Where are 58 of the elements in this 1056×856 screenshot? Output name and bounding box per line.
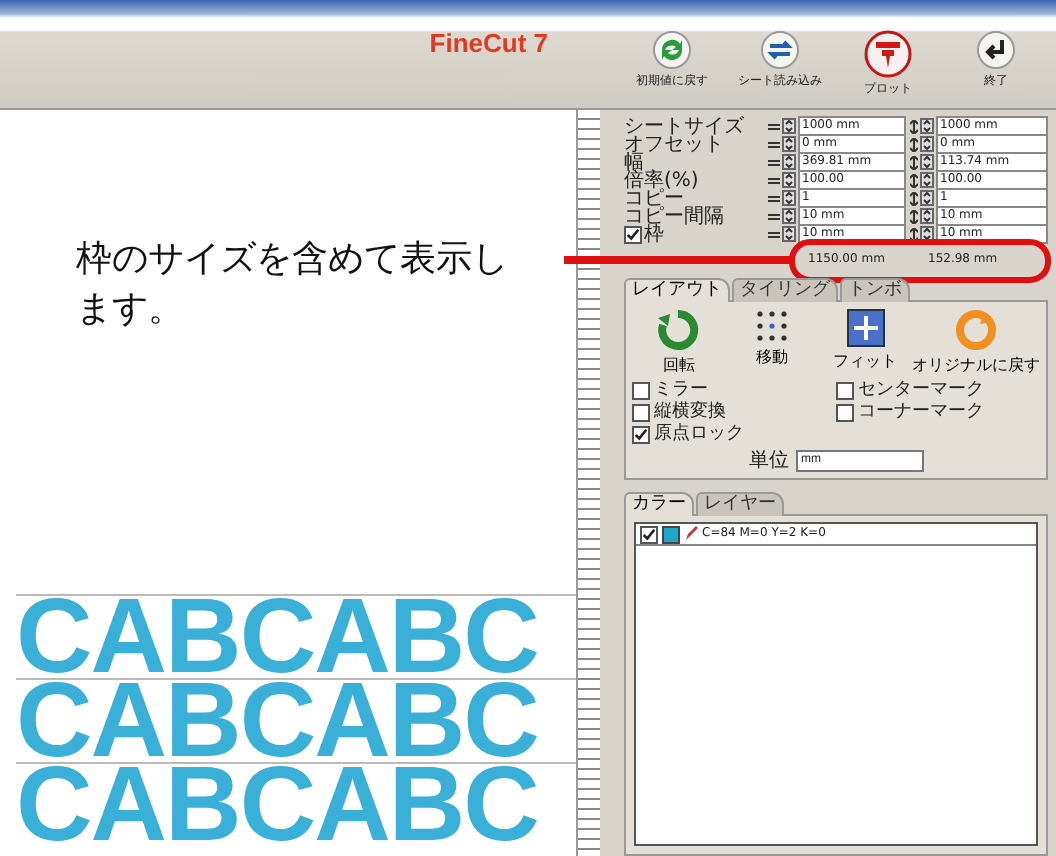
field-label: 幅 bbox=[624, 153, 644, 171]
refresh-icon bbox=[652, 30, 692, 70]
dot-grid-icon bbox=[753, 308, 790, 344]
checkbox-label: 原点ロック bbox=[654, 424, 744, 446]
height-arrow-icon bbox=[910, 173, 918, 187]
spin-icon[interactable] bbox=[920, 190, 934, 206]
checkbox-label: コーナーマーク bbox=[858, 402, 984, 424]
height-arrow-icon bbox=[910, 137, 918, 151]
height-arrow-icon bbox=[910, 227, 918, 241]
spin-icon[interactable] bbox=[782, 154, 796, 170]
checkbox[interactable] bbox=[632, 404, 650, 422]
spin-icon[interactable] bbox=[782, 208, 796, 224]
checkbox[interactable] bbox=[632, 426, 650, 444]
checkbox[interactable] bbox=[836, 404, 854, 422]
spin-icon[interactable] bbox=[782, 226, 796, 242]
checkbox-label: 縦横変換 bbox=[654, 402, 726, 423]
field-label: オフセット bbox=[624, 135, 724, 153]
plot-icon bbox=[864, 30, 912, 78]
height-arrow-icon bbox=[910, 191, 918, 205]
checkbox[interactable] bbox=[836, 382, 854, 400]
spin-icon[interactable] bbox=[782, 136, 796, 152]
action-button[interactable]: オリジナルに戻す bbox=[912, 308, 1040, 376]
swap-arrows-icon bbox=[760, 30, 800, 70]
height-arrow-icon bbox=[910, 209, 918, 223]
action-button[interactable]: 移動 bbox=[753, 308, 790, 376]
rotate-icon bbox=[656, 308, 701, 352]
spin-icon[interactable] bbox=[920, 172, 934, 188]
action-button[interactable]: フィット bbox=[833, 308, 898, 376]
app-logo: FineCut 7 bbox=[429, 28, 548, 58]
tab[interactable]: カラー bbox=[624, 492, 694, 516]
unit-label: 単位 bbox=[749, 450, 789, 472]
checkbox[interactable] bbox=[624, 225, 642, 243]
field-label: シートサイズ bbox=[624, 117, 744, 135]
height-arrow-icon bbox=[910, 155, 918, 169]
checkbox-label: ミラー bbox=[654, 380, 708, 401]
field-label: コピー間隔 bbox=[624, 207, 724, 225]
checkbox-label: センターマーク bbox=[858, 380, 984, 402]
spin-icon[interactable] bbox=[782, 118, 796, 134]
action-button[interactable]: 回転 bbox=[656, 308, 701, 376]
tab[interactable]: レイヤー bbox=[696, 492, 784, 516]
spin-icon[interactable] bbox=[920, 136, 934, 152]
visibility-checkbox[interactable] bbox=[640, 525, 658, 543]
spin-icon[interactable] bbox=[782, 190, 796, 206]
checkbox[interactable] bbox=[632, 382, 650, 400]
spin-icon[interactable] bbox=[920, 154, 934, 170]
tab[interactable]: レイアウト bbox=[624, 278, 730, 302]
field-label: コピー bbox=[624, 189, 684, 207]
spin-icon[interactable] bbox=[920, 118, 934, 134]
height-arrow-icon bbox=[910, 119, 918, 133]
restore-icon bbox=[954, 308, 998, 352]
spin-icon[interactable] bbox=[782, 172, 796, 188]
field-label: 倍率(%) bbox=[624, 171, 699, 189]
field-label: 枠 bbox=[644, 225, 664, 243]
fit-icon bbox=[845, 308, 886, 348]
tab[interactable]: タイリング bbox=[732, 278, 838, 302]
pen-icon bbox=[684, 526, 698, 542]
tab[interactable]: トンボ bbox=[840, 278, 910, 302]
spin-icon[interactable] bbox=[920, 208, 934, 224]
